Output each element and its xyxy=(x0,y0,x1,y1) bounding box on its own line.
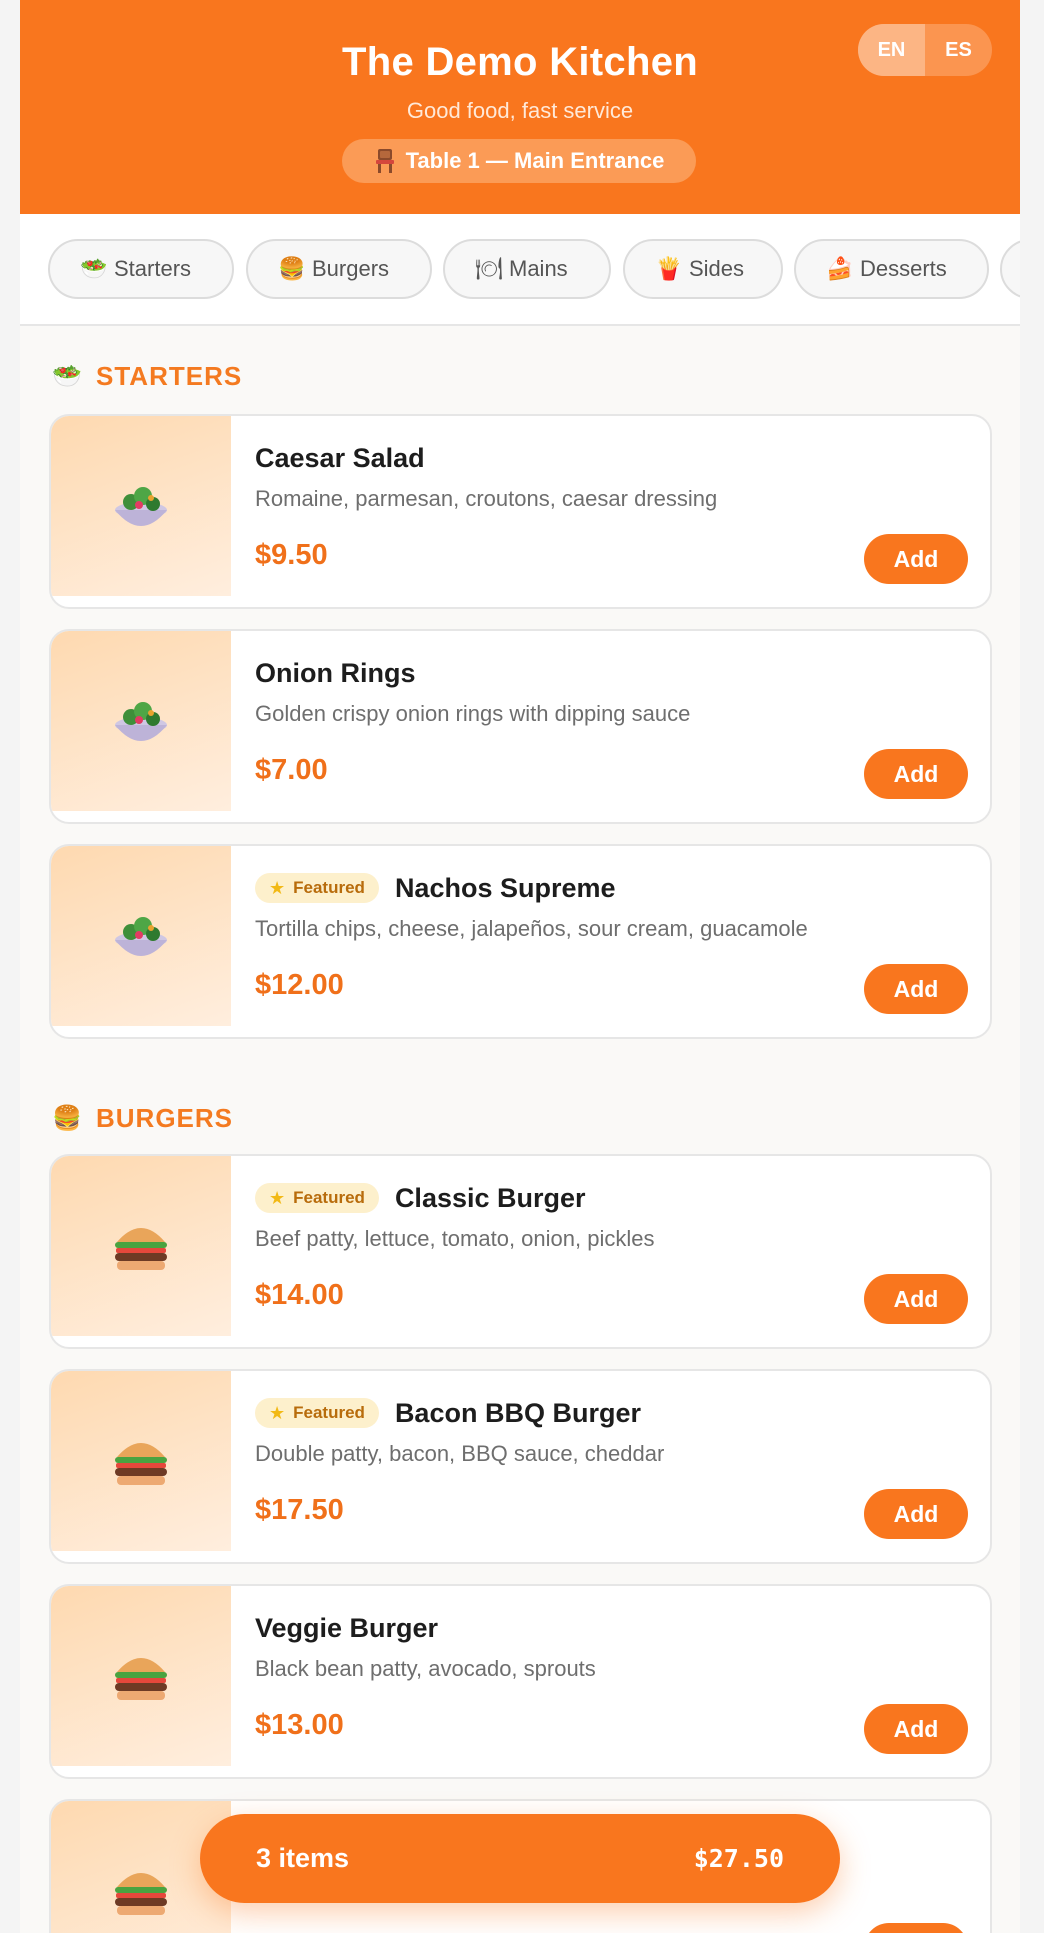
item-image xyxy=(51,846,231,1026)
featured-label: Featured xyxy=(293,878,365,897)
salad-icon: 🥗 xyxy=(52,362,83,390)
burger-icon xyxy=(115,1658,167,1700)
item-price: $13.00 xyxy=(255,1709,344,1741)
item-name: Caesar Salad xyxy=(255,442,425,473)
item-price: $7.00 xyxy=(255,754,328,786)
category-chip-desserts[interactable]: 🍰 Desserts xyxy=(794,239,989,299)
table-label: Table 1 — Main Entrance xyxy=(405,148,665,173)
salad-icon: 🥗 xyxy=(80,256,108,281)
salad-bowl-icon xyxy=(115,487,167,526)
item-image xyxy=(51,1586,231,1766)
featured-badge: ★ Featured xyxy=(255,1398,379,1428)
section-header-burgers: 🍔 BURGERS xyxy=(52,1103,233,1133)
header: The Demo Kitchen Good food, fast service… xyxy=(20,0,1020,214)
section-title: STARTERS xyxy=(96,360,243,391)
featured-label: Featured xyxy=(293,1403,365,1422)
add-button[interactable]: Add xyxy=(864,749,968,799)
menu-item-card[interactable]: ★ Featured Bacon BBQ Burger Double patty… xyxy=(49,1369,992,1564)
cart-total: $27.50 xyxy=(693,1844,784,1873)
item-name-row: ★ Featured Nachos Supreme xyxy=(255,870,616,906)
lang-es-button[interactable]: ES xyxy=(925,24,992,76)
item-name: Nachos Supreme xyxy=(394,872,616,903)
chip-label: Burgers xyxy=(312,256,390,281)
item-price: $14.00 xyxy=(255,1279,344,1311)
item-name-row: ★ Featured Classic Burger xyxy=(255,1180,586,1216)
cake-icon: 🍰 xyxy=(826,256,854,281)
burger-icon xyxy=(115,1443,167,1485)
item-description: Tortilla chips, cheese, jalapeños, sour … xyxy=(255,916,808,941)
item-description: Black bean patty, avocado, sprouts xyxy=(255,1656,596,1681)
item-name: Onion Rings xyxy=(255,657,416,688)
star-icon: ★ xyxy=(269,1187,286,1208)
category-bar: 🥗 Starters 🍔 Burgers 🍽 Mains 🍟 Sides 🍰 D… xyxy=(20,214,1020,326)
chip-label: Desserts xyxy=(860,256,947,281)
menu-item-card[interactable]: ★ Featured Classic Burger Beef patty, le… xyxy=(49,1154,992,1349)
burger-icon: 🍔 xyxy=(278,256,306,281)
add-button[interactable]: Add xyxy=(864,1704,968,1754)
plate-icon: 🍽 xyxy=(475,256,503,281)
item-image xyxy=(51,1371,231,1551)
add-button[interactable]: Add xyxy=(864,1489,968,1539)
star-icon: ★ xyxy=(269,877,286,898)
item-name: Bacon BBQ Burger xyxy=(394,1397,641,1428)
cart-item-count: 3 items xyxy=(256,1843,350,1873)
item-description: Beef patty, lettuce, tomato, onion, pick… xyxy=(255,1226,655,1251)
category-chip-more[interactable] xyxy=(1000,239,1020,299)
featured-badge: ★ Featured xyxy=(255,873,379,903)
table-indicator: Table 1 — Main Entrance xyxy=(342,139,696,183)
item-description: Golden crispy onion rings with dipping s… xyxy=(255,701,691,726)
item-name-row: ★ Featured Bacon BBQ Burger xyxy=(255,1395,641,1431)
menu-item-card[interactable]: Onion Rings Golden crispy onion rings wi… xyxy=(49,629,992,824)
featured-badge: ★ Featured xyxy=(255,1183,379,1213)
item-price: $17.50 xyxy=(255,1494,344,1526)
section-title: BURGERS xyxy=(96,1102,234,1133)
featured-label: Featured xyxy=(293,1188,365,1207)
add-button[interactable]: Add xyxy=(864,1274,968,1324)
item-name: Classic Burger xyxy=(394,1182,586,1213)
category-chip-sides[interactable]: 🍟 Sides xyxy=(623,239,783,299)
menu-item-card[interactable]: ★ Featured Nachos Supreme Tortilla chips… xyxy=(49,844,992,1039)
item-image xyxy=(51,631,231,811)
menu-item-card[interactable]: Veggie Burger Black bean patty, avocado,… xyxy=(49,1584,992,1779)
category-chip-starters[interactable]: 🥗 Starters xyxy=(48,239,234,299)
burger-icon xyxy=(115,1228,167,1270)
item-name-row: Veggie Burger xyxy=(255,1610,438,1646)
fries-icon: 🍟 xyxy=(655,256,683,281)
language-switcher: EN ES xyxy=(858,24,992,76)
item-image xyxy=(51,416,231,596)
item-name-row: Onion Rings xyxy=(255,655,415,691)
item-price: $9.50 xyxy=(255,539,328,571)
item-description: Double patty, bacon, BBQ sauce, cheddar xyxy=(255,1441,665,1466)
add-button[interactable]: Add xyxy=(864,964,968,1014)
add-button[interactable] xyxy=(864,1923,968,1933)
chip-label: Starters xyxy=(114,256,192,281)
chip-label: Sides xyxy=(689,256,745,281)
burger-icon: 🍔 xyxy=(52,1104,83,1132)
item-description: Romaine, parmesan, croutons, caesar dres… xyxy=(255,486,718,511)
menu-item-card[interactable]: Caesar Salad Romaine, parmesan, croutons… xyxy=(49,414,992,609)
chip-label: Mains xyxy=(509,256,568,281)
item-image xyxy=(51,1156,231,1336)
lang-en-button[interactable]: EN xyxy=(858,24,925,76)
item-name: Veggie Burger xyxy=(255,1612,439,1643)
restaurant-subtitle: Good food, fast service xyxy=(406,98,634,123)
category-chip-burgers[interactable]: 🍔 Burgers xyxy=(246,239,432,299)
item-price: $12.00 xyxy=(255,969,344,1001)
menu-page: The Demo Kitchen Good food, fast service… xyxy=(20,0,1020,1933)
star-icon: ★ xyxy=(269,1402,286,1423)
item-name-row: Caesar Salad xyxy=(255,440,425,476)
burger-icon xyxy=(115,1873,167,1915)
salad-bowl-icon xyxy=(115,917,167,956)
cart-bar[interactable]: 3 items $27.50 xyxy=(200,1814,840,1903)
category-chip-mains[interactable]: 🍽 Mains xyxy=(443,239,611,299)
salad-bowl-icon xyxy=(115,702,167,741)
section-header-starters: 🥗 STARTERS xyxy=(52,361,242,391)
add-button[interactable]: Add xyxy=(864,534,968,584)
chair-icon xyxy=(375,149,394,173)
